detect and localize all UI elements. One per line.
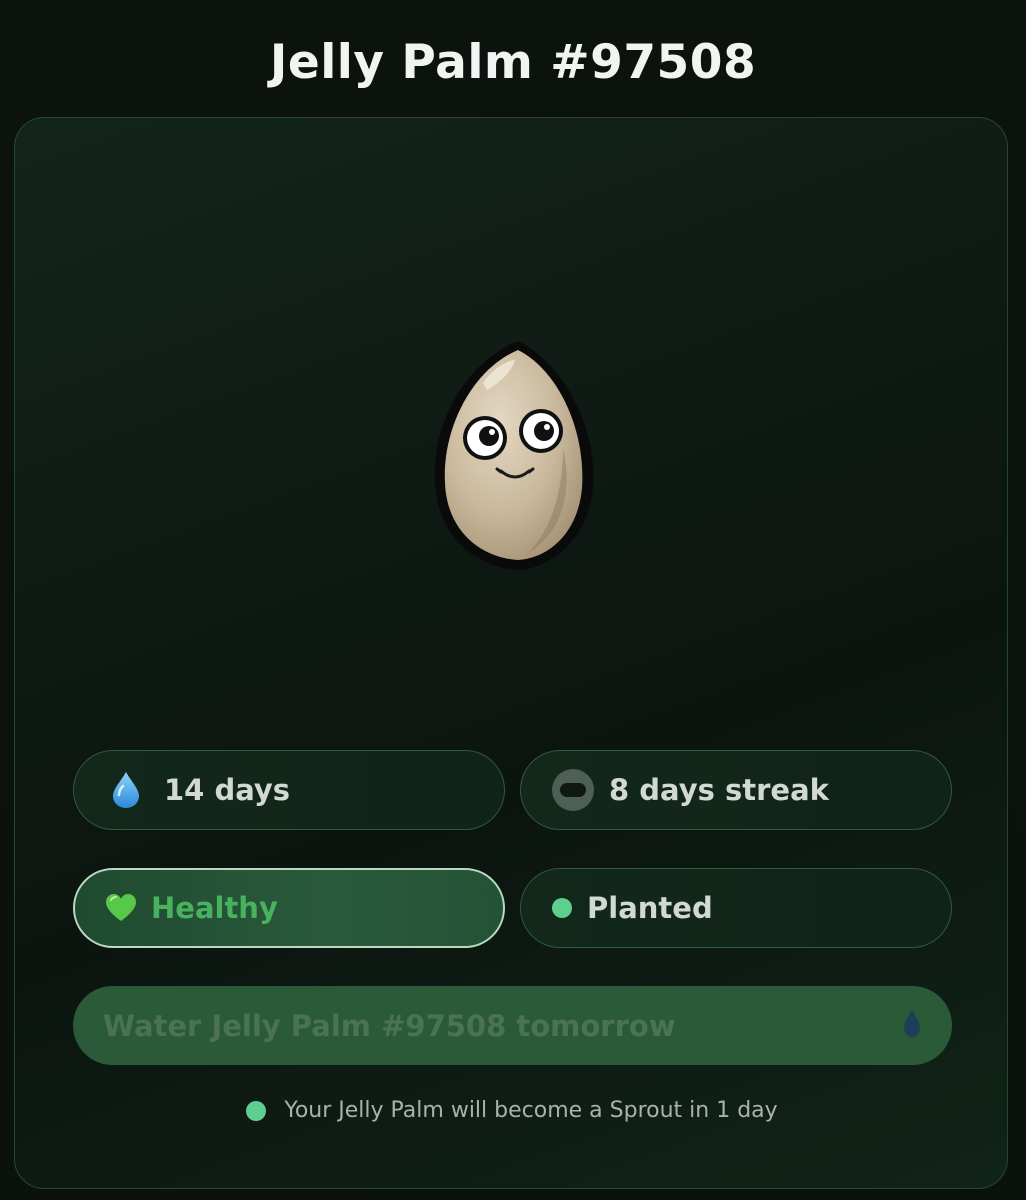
seed-illustration: [434, 341, 594, 570]
water-days-pill: 14 days: [73, 750, 505, 830]
green-heart-icon: [105, 894, 137, 922]
health-label: Healthy: [151, 891, 278, 925]
streak-pill: 8 days streak: [520, 750, 952, 830]
green-dot-icon: [551, 898, 573, 918]
water-plant-button-label: Water Jelly Palm #97508 tomorrow: [103, 1008, 676, 1043]
status-dot-icon: [246, 1100, 267, 1121]
water-drop-icon: [902, 1008, 922, 1045]
page-title: Jelly Palm #97508: [269, 35, 757, 90]
streak-label: 8 days streak: [609, 773, 829, 807]
health-pill[interactable]: Healthy: [73, 868, 505, 948]
stage-label: Planted: [587, 891, 713, 925]
growth-note: Your Jelly Palm will become a Sprout in …: [15, 1098, 1007, 1123]
plant-card: 14 days 8 days streak Healthy Planted Wa…: [14, 117, 1008, 1189]
plant-detail-page: Jelly Palm #97508 14 days 8 days streak …: [0, 0, 1026, 1200]
water-days-label: 14 days: [164, 773, 291, 807]
water-drop-icon: [110, 771, 142, 809]
water-plant-button[interactable]: Water Jelly Palm #97508 tomorrow: [73, 986, 952, 1065]
growth-note-text: Your Jelly Palm will become a Sprout in …: [284, 1098, 778, 1123]
stage-pill: Planted: [520, 868, 952, 948]
streak-badge-icon: [551, 768, 595, 812]
